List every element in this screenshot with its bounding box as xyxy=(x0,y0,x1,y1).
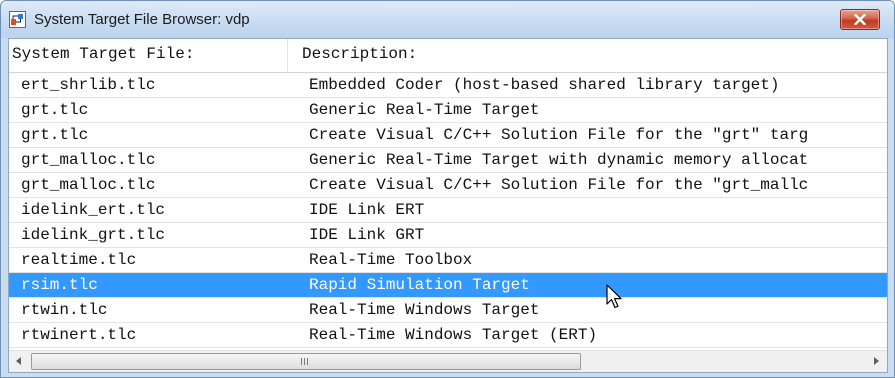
table-row[interactable]: rsim.tlc Rapid Simulation Target xyxy=(9,273,887,298)
target-file-cell: idelink_ert.tlc xyxy=(21,201,166,219)
scrollbar-grip-icon xyxy=(300,358,310,365)
window-title: System Target File Browser: vdp xyxy=(34,11,250,28)
description-cell: Real-Time Windows Target xyxy=(309,301,540,319)
system-target-file-browser-window: System Target File Browser: vdp System T… xyxy=(0,0,895,378)
description-cell: Generic Real-Time Target xyxy=(309,101,540,119)
description-cell: Rapid Simulation Target xyxy=(309,276,530,294)
target-file-list: System Target File: Description: ert_shr… xyxy=(8,38,888,373)
scroll-left-button[interactable] xyxy=(9,351,30,372)
arrow-right-icon xyxy=(874,357,879,365)
target-file-cell: rtwinert.tlc xyxy=(21,326,137,344)
description-cell: Create Visual C/C++ Solution File for th… xyxy=(309,176,809,194)
column-header-target-file[interactable]: System Target File: xyxy=(12,39,288,72)
target-file-cell: grt_malloc.tlc xyxy=(21,176,156,194)
description-cell: IDE Link GRT xyxy=(309,226,425,244)
description-cell: Create Visual C/C++ Solution File for th… xyxy=(309,126,809,144)
list-header: System Target File: Description: xyxy=(9,39,887,73)
scrollbar-thumb[interactable] xyxy=(31,353,581,370)
target-file-cell: rsim.tlc xyxy=(21,276,98,294)
table-row[interactable]: rtwinert.tlc Real-Time Windows Target (ER… xyxy=(9,323,887,348)
simulink-icon xyxy=(9,11,26,28)
target-file-cell: realtime.tlc xyxy=(21,251,137,269)
scroll-right-button[interactable] xyxy=(866,351,887,372)
target-file-cell: idelink_grt.tlc xyxy=(21,226,166,244)
arrow-left-icon xyxy=(16,357,21,365)
table-row[interactable]: grt.tlc Generic Real-Time Target xyxy=(9,98,887,123)
target-file-cell: grt.tlc xyxy=(21,126,89,144)
column-header-description[interactable]: Description: xyxy=(302,39,417,72)
target-file-cell: grt_malloc.tlc xyxy=(21,151,156,169)
table-row[interactable]: realtime.tlc Real-Time Toolbox xyxy=(9,248,887,273)
table-row[interactable]: rtwin.tlc Real-Time Windows Target xyxy=(9,298,887,323)
close-button[interactable] xyxy=(840,9,880,30)
description-cell: Embedded Coder (host-based shared librar… xyxy=(309,76,780,94)
description-cell: IDE Link ERT xyxy=(309,201,425,219)
title-bar[interactable]: System Target File Browser: vdp xyxy=(1,1,894,38)
table-row[interactable]: grt.tlc Create Visual C/C++ Solution File… xyxy=(9,123,887,148)
description-cell: Generic Real-Time Target with dynamic me… xyxy=(309,151,809,169)
table-row[interactable]: idelink_ert.tlc IDE Link ERT xyxy=(9,198,887,223)
description-cell: Real-Time Toolbox xyxy=(309,251,473,269)
target-file-cell: grt.tlc xyxy=(21,101,89,119)
table-row[interactable]: idelink_grt.tlc IDE Link GRT xyxy=(9,223,887,248)
description-cell: Real-Time Windows Target (ERT) xyxy=(309,326,598,344)
target-file-cell: rtwin.tlc xyxy=(21,301,108,319)
table-row[interactable]: grt_malloc.tlc Generic Real-Time Target w… xyxy=(9,148,887,173)
list-rows: ert_shrlib.tlc Embedded Coder (host-based… xyxy=(9,73,887,348)
close-icon xyxy=(854,14,866,25)
table-row[interactable]: ert_shrlib.tlc Embedded Coder (host-based… xyxy=(9,73,887,98)
horizontal-scrollbar[interactable] xyxy=(9,350,887,372)
target-file-cell: ert_shrlib.tlc xyxy=(21,76,156,94)
table-row[interactable]: grt_malloc.tlc Create Visual C/C++ Soluti… xyxy=(9,173,887,198)
